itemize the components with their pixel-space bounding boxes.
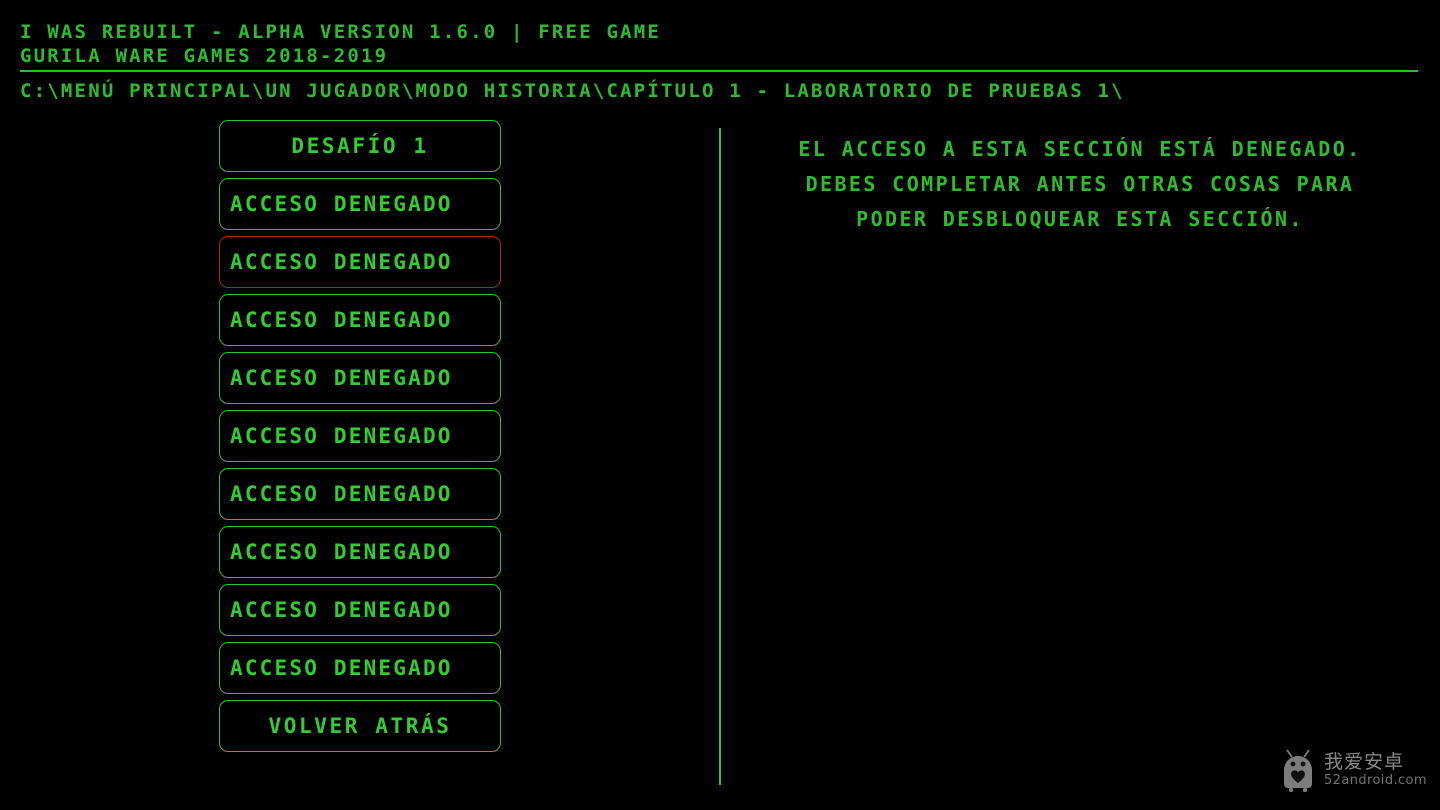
watermark-text-block: 我爱安卓 52android.com	[1324, 751, 1427, 789]
menu-item-locked-2[interactable]: ACCESO DENEGADO	[219, 236, 501, 288]
android-robot-icon	[1284, 749, 1312, 792]
menu-item-locked-9[interactable]: ACCESO DENEGADO	[219, 642, 501, 694]
game-title-version: I WAS REBUILT - ALPHA VERSION 1.6.0 | FR…	[20, 21, 662, 43]
menu-item-0[interactable]: DESAFÍO 1	[219, 120, 501, 172]
watermark-chinese-label: 我爱安卓	[1324, 751, 1405, 773]
menu-item-locked-7[interactable]: ACCESO DENEGADO	[219, 526, 501, 578]
header-divider-rule	[20, 70, 1418, 72]
app-header: I WAS REBUILT - ALPHA VERSION 1.6.0 | FR…	[20, 20, 1420, 68]
menu-item-locked-4[interactable]: ACCESO DENEGADO	[219, 352, 501, 404]
info-message-line: DEBES COMPLETAR ANTES OTRAS COSAS PARA	[805, 172, 1355, 196]
menu-item-locked-8[interactable]: ACCESO DENEGADO	[219, 584, 501, 636]
info-message-line: PODER DESBLOQUEAR ESTA SECCIÓN.	[856, 207, 1304, 231]
studio-credit: GURILA WARE GAMES 2018-2019	[20, 45, 389, 67]
breadcrumb-path: C:\MENÚ PRINCIPAL\UN JUGADOR\MODO HISTOR…	[20, 80, 1125, 102]
info-message-panel: EL ACCESO A ESTA SECCIÓN ESTÁ DENEGADO. D…	[740, 132, 1420, 237]
menu-item-locked-6[interactable]: ACCESO DENEGADO	[219, 468, 501, 520]
watermark-url-label: 52android.com	[1324, 773, 1427, 788]
menu-item-10[interactable]: VOLVER ATRÁS	[219, 700, 501, 752]
info-message-line: EL ACCESO A ESTA SECCIÓN ESTÁ DENEGADO.	[798, 137, 1362, 161]
site-watermark: 我爱安卓 52android.com	[1281, 742, 1427, 798]
menu-item-locked-1[interactable]: ACCESO DENEGADO	[219, 178, 501, 230]
menu-item-locked-5[interactable]: ACCESO DENEGADO	[219, 410, 501, 462]
panel-divider-rule	[719, 128, 721, 785]
menu-item-locked-3[interactable]: ACCESO DENEGADO	[219, 294, 501, 346]
challenge-menu-list: DESAFÍO 1 ACCESO DENEGADO ACCESO DENEGADO A…	[219, 120, 501, 752]
